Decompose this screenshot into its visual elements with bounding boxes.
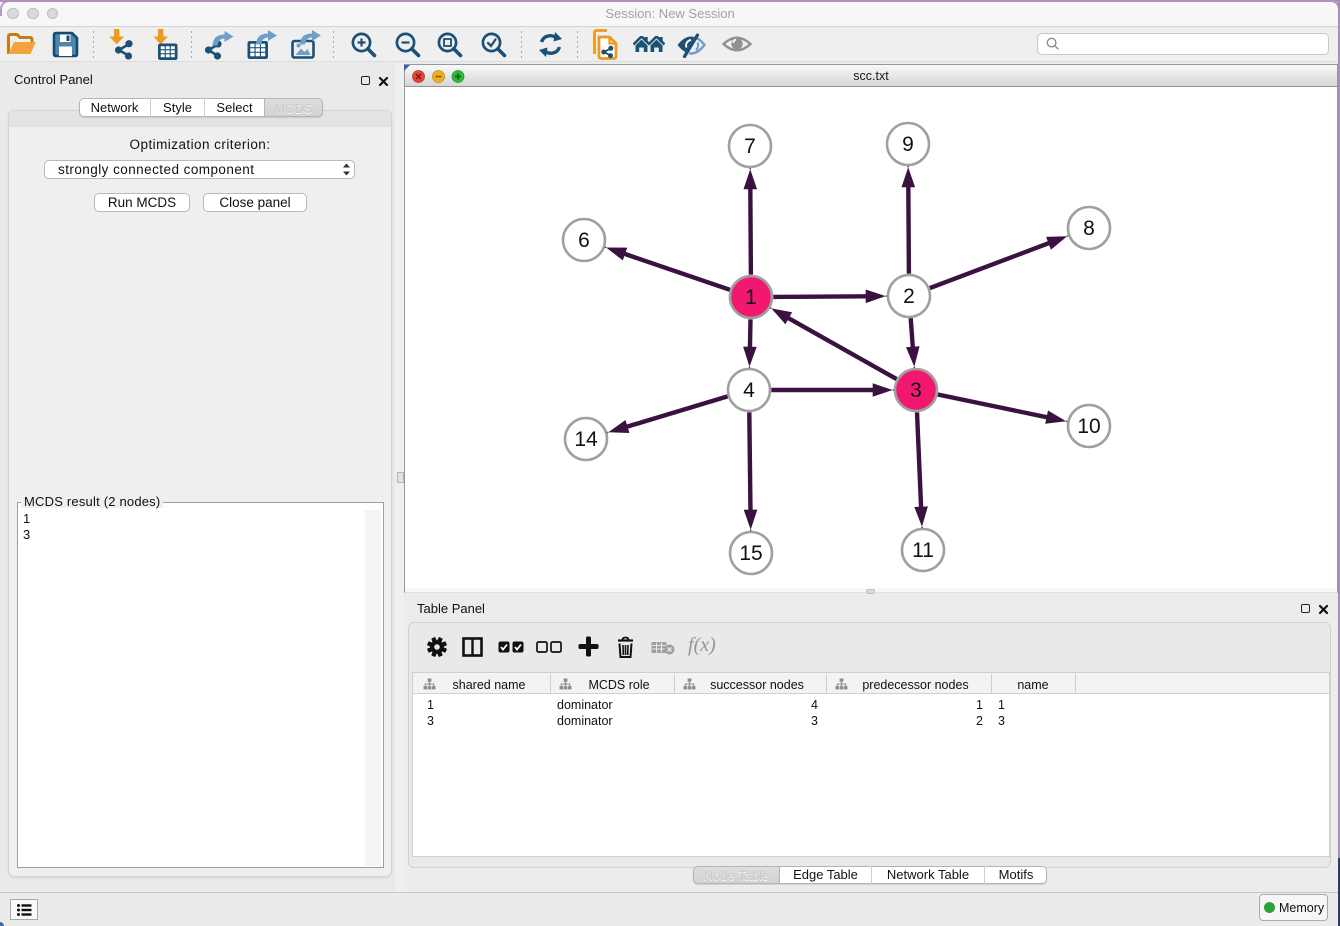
svg-text:4: 4 [743,379,755,402]
svg-text:14: 14 [574,428,598,451]
svg-text:15: 15 [739,542,762,565]
svg-text:9: 9 [902,133,914,156]
svg-text:10: 10 [1077,415,1100,438]
svg-text:11: 11 [912,539,934,562]
svg-text:3: 3 [910,379,922,402]
svg-text:6: 6 [578,229,590,252]
svg-text:2: 2 [903,285,915,308]
svg-text:7: 7 [744,135,756,158]
svg-text:8: 8 [1083,217,1095,240]
svg-text:1: 1 [745,286,757,309]
